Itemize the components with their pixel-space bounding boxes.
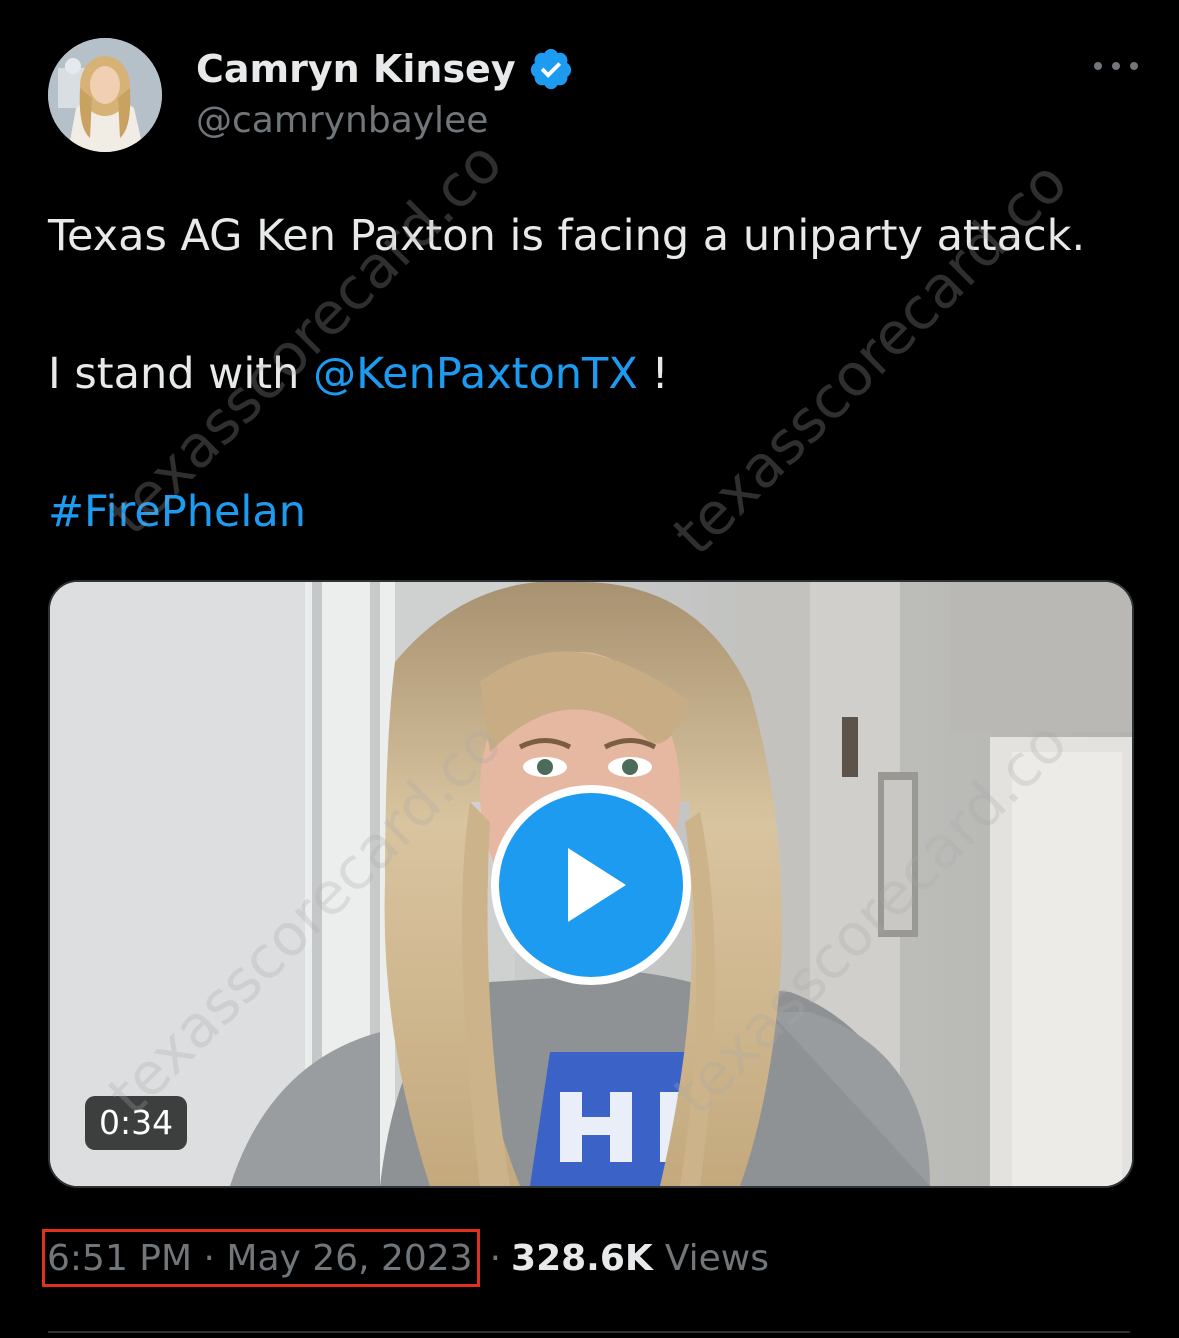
meta-separator: ·	[489, 1237, 502, 1279]
divider	[48, 1331, 1130, 1333]
mention-link[interactable]: @KenPaxtonTX	[313, 349, 638, 399]
hashtag-link[interactable]: #FirePhelan	[48, 481, 306, 543]
display-name[interactable]: Camryn Kinsey	[196, 47, 516, 91]
more-options-icon[interactable]	[1094, 50, 1138, 82]
tweet-meta: 6:51 PM · May 26, 2023 · 328.6K Views	[42, 1228, 769, 1288]
views-label: Views	[664, 1237, 769, 1279]
user-handle[interactable]: @camrynbaylee	[196, 100, 488, 141]
video-player[interactable]: 0:34	[48, 580, 1134, 1188]
verified-badge-icon	[528, 46, 574, 92]
play-button[interactable]	[491, 785, 691, 985]
avatar[interactable]	[48, 38, 162, 152]
video-duration: 0:34	[85, 1096, 188, 1150]
tweet-text-line: Texas AG Ken Paxton is facing a uniparty…	[48, 211, 1086, 261]
timestamp[interactable]: 6:51 PM · May 26, 2023	[42, 1229, 480, 1287]
tweet-text-line: I stand with @KenPaxtonTX !	[48, 343, 669, 405]
tweet-header: Camryn Kinsey @camrynbaylee	[48, 38, 1138, 152]
tweet-text-fragment: !	[637, 349, 669, 399]
play-icon	[568, 848, 626, 922]
views-count: 328.6K	[511, 1237, 653, 1279]
name-row: Camryn Kinsey	[196, 44, 574, 94]
tweet-text-fragment: I stand with	[48, 349, 314, 399]
